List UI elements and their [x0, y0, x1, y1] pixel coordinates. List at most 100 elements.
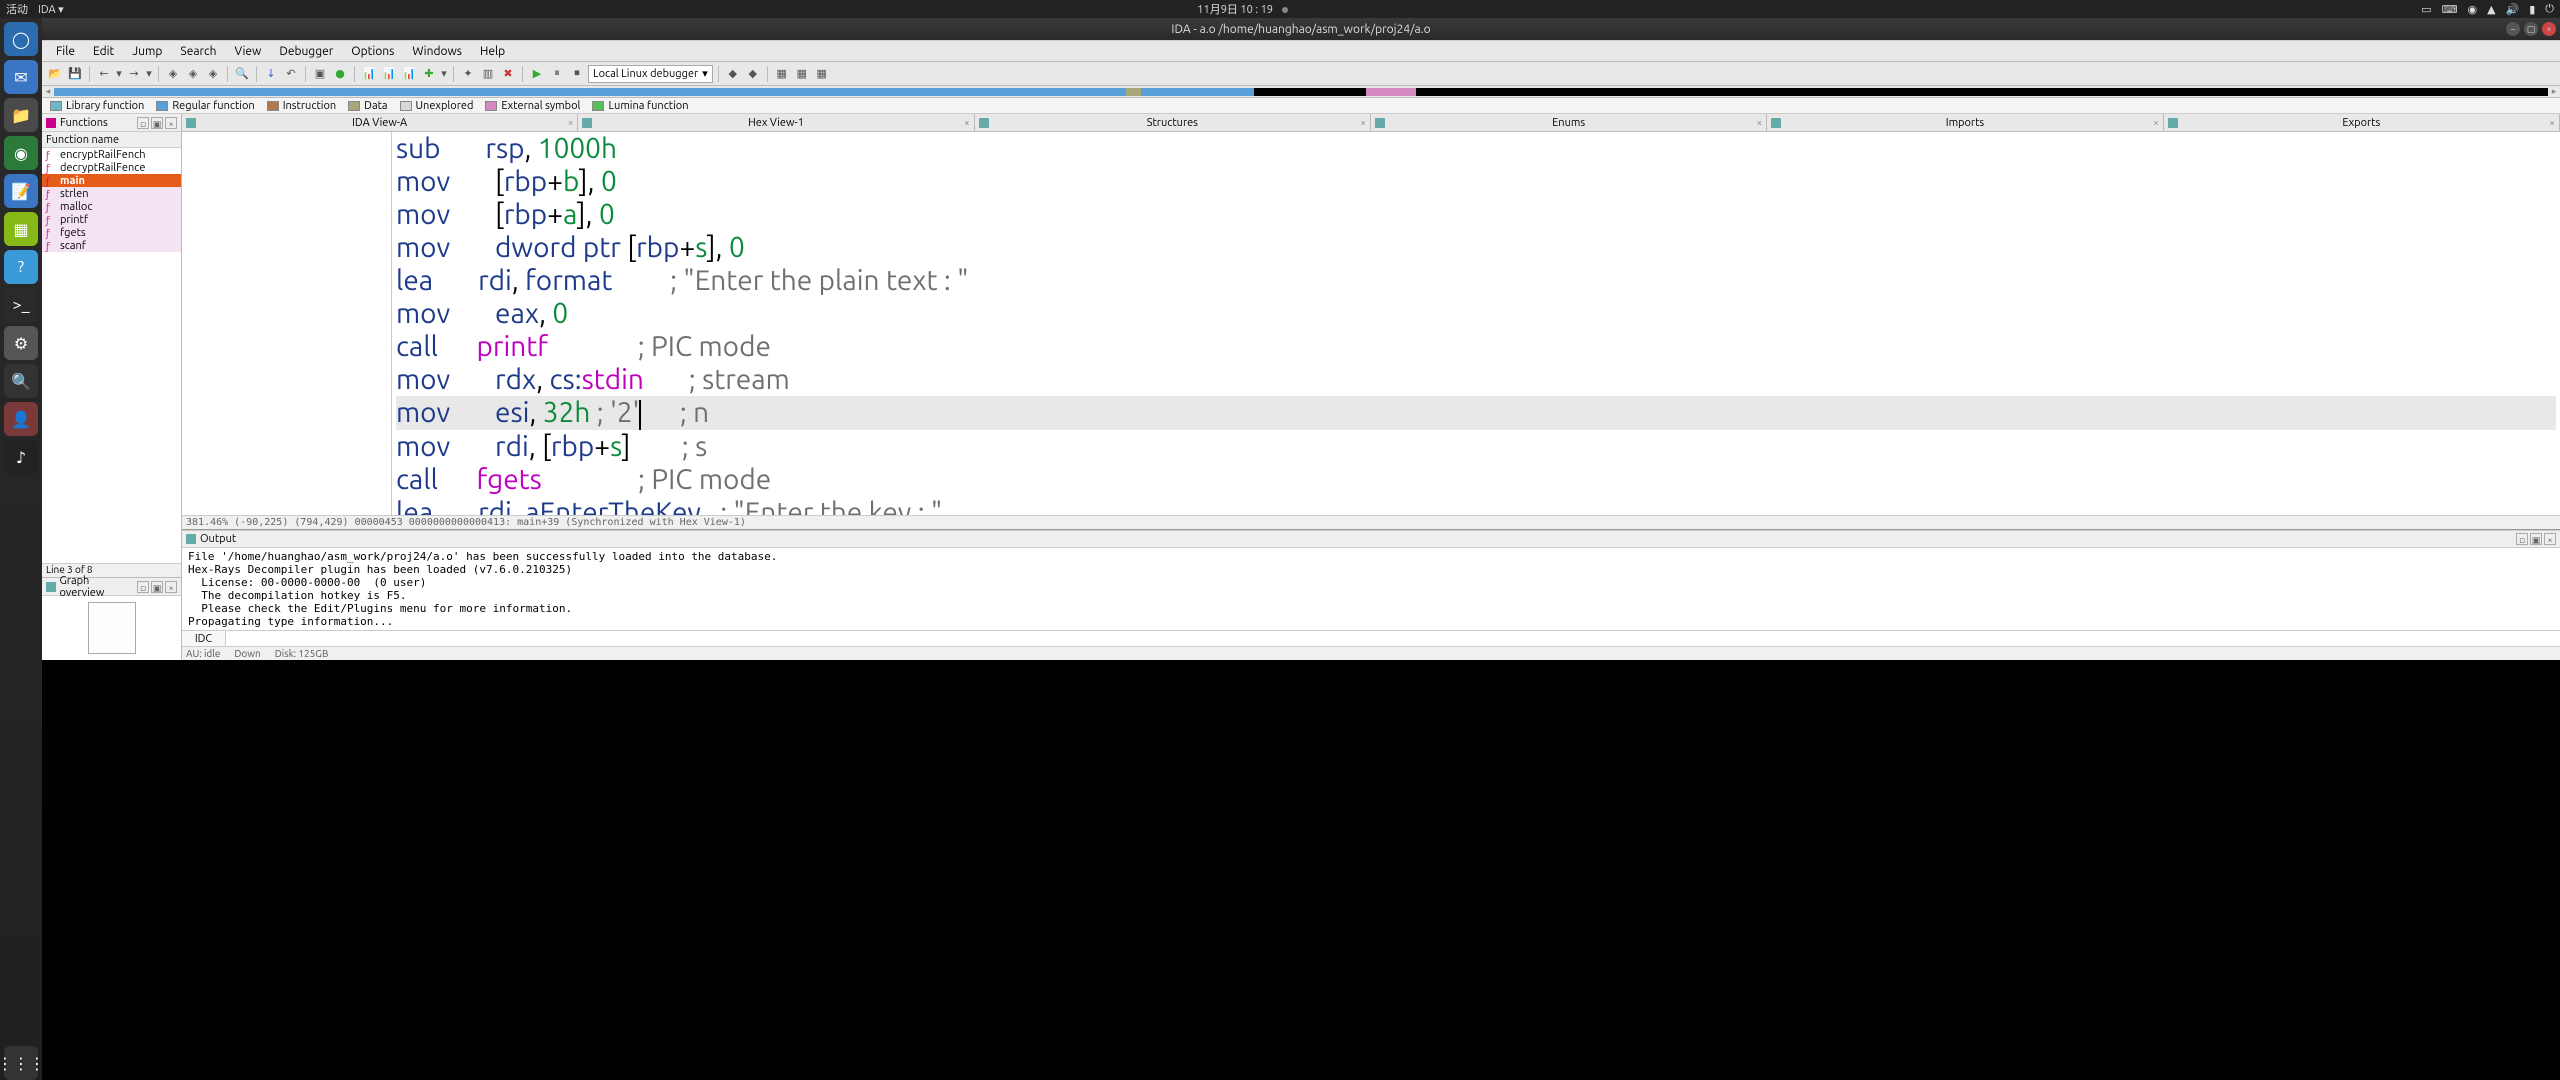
panel-close-button[interactable]: × — [165, 117, 177, 129]
out-close-button[interactable]: × — [2544, 533, 2556, 545]
menu-file[interactable]: File — [48, 43, 83, 60]
asm-line[interactable]: lea rdi, aEnterTheKey ; "Enter the key :… — [396, 496, 2556, 515]
tray-input-icon[interactable]: ⌨ — [2442, 3, 2458, 16]
panel-btn2[interactable]: ▣ — [151, 117, 163, 129]
function-row[interactable]: ƒstrlen — [42, 187, 181, 200]
asm-line[interactable]: mov dword ptr [rbp+s], 0 — [396, 231, 2556, 264]
launcher-calc-icon[interactable]: ▦ — [4, 212, 38, 246]
disassembly-view[interactable]: sub rsp, 1000hmov [rbp+b], 0mov [rbp+a],… — [182, 132, 2560, 515]
tool-y1-icon[interactable]: ▦ — [773, 65, 791, 83]
nav-left-icon[interactable]: ◂ — [42, 86, 54, 97]
tray-volume-icon[interactable]: 🔊 — [2506, 3, 2520, 16]
function-row[interactable]: ƒprintf — [42, 213, 181, 226]
menu-jump[interactable]: Jump — [124, 43, 170, 60]
view-tab[interactable]: Exports× — [2164, 114, 2560, 131]
graph-overview-canvas[interactable] — [42, 596, 181, 660]
view-tab[interactable]: Enums× — [1371, 114, 1767, 131]
function-row[interactable]: ƒscanf — [42, 239, 181, 252]
asm-line[interactable]: lea rdi, format ; "Enter the plain text … — [396, 264, 2556, 297]
asm-line[interactable]: mov esi, 32h ; '2' ; n — [396, 396, 2556, 430]
window-minimize-button[interactable]: – — [2506, 22, 2520, 36]
asm-line[interactable]: mov rdx, cs:stdin ; stream — [396, 363, 2556, 396]
launcher-settings-icon[interactable]: ⚙ — [4, 326, 38, 360]
view-tab-close[interactable]: × — [568, 117, 574, 128]
nav-fwd-menu[interactable]: ▾ — [145, 65, 153, 83]
launcher-thunderbird-icon[interactable]: ✉ — [4, 60, 38, 94]
tool-cancel-icon[interactable]: ✖ — [499, 65, 517, 83]
launcher-help-icon[interactable]: ? — [4, 250, 38, 284]
view-tab-close[interactable]: × — [964, 117, 970, 128]
tool-add-icon[interactable]: ✚ — [420, 65, 438, 83]
tool-chart1-icon[interactable]: 📊 — [360, 65, 378, 83]
view-tab-close[interactable]: × — [1757, 117, 1763, 128]
idc-tab[interactable]: IDC — [182, 631, 226, 646]
menu-edit[interactable]: Edit — [85, 43, 122, 60]
tray-screencast-icon[interactable]: ▭ — [2421, 3, 2431, 16]
run-button[interactable]: ▶ — [528, 65, 546, 83]
launcher-files-icon[interactable]: 📁 — [4, 98, 38, 132]
nav-back-menu[interactable]: ▾ — [115, 65, 123, 83]
tray-network-icon[interactable]: ▲ — [2487, 3, 2495, 16]
app-menu[interactable]: IDA ▾ — [38, 3, 64, 16]
activities-button[interactable]: 活动 — [6, 1, 28, 17]
asm-line[interactable]: mov [rbp+b], 0 — [396, 165, 2556, 198]
output-body[interactable]: File '/home/huanghao/asm_work/proj24/a.o… — [182, 548, 2560, 630]
tool-y3-icon[interactable]: ▦ — [813, 65, 831, 83]
launcher-writer-icon[interactable]: 📝 — [4, 174, 38, 208]
menu-search[interactable]: Search — [172, 43, 224, 60]
tool-hex-icon[interactable]: ▣ — [311, 65, 329, 83]
go-btn2[interactable]: ▣ — [151, 581, 163, 593]
tool-x1-icon[interactable]: ◆ — [724, 65, 742, 83]
tool-bar-icon[interactable]: ▥ — [479, 65, 497, 83]
tool-add-menu[interactable]: ▾ — [440, 65, 448, 83]
tool-x2-icon[interactable]: ◆ — [744, 65, 762, 83]
view-tab[interactable]: Imports× — [1767, 114, 2163, 131]
menu-view[interactable]: View — [226, 43, 269, 60]
function-row[interactable]: ƒmalloc — [42, 200, 181, 213]
tool-a-icon[interactable]: ◈ — [164, 65, 182, 83]
asm-line[interactable]: mov eax, 0 — [396, 297, 2556, 330]
tool-b-icon[interactable]: ◈ — [184, 65, 202, 83]
tool-find-icon[interactable]: 🔍 — [233, 65, 251, 83]
function-row[interactable]: ƒfgets — [42, 226, 181, 239]
disasm-code[interactable]: sub rsp, 1000hmov [rbp+b], 0mov [rbp+a],… — [392, 132, 2560, 515]
function-row[interactable]: ƒdecryptRailFence — [42, 161, 181, 174]
launcher-apps-icon[interactable]: ⋮⋮⋮ — [4, 1046, 38, 1080]
panel-btn1[interactable]: ▫ — [137, 117, 149, 129]
nav-fwd-button[interactable]: → — [125, 65, 143, 83]
window-close-button[interactable]: × — [2542, 22, 2556, 36]
view-tab-close[interactable]: × — [2153, 117, 2159, 128]
function-row[interactable]: ƒencryptRailFench — [42, 148, 181, 161]
tool-down-icon[interactable]: ↓ — [262, 65, 280, 83]
view-tab[interactable]: Hex View-1× — [578, 114, 974, 131]
asm-line[interactable]: mov [rbp+a], 0 — [396, 198, 2556, 231]
pause-button[interactable]: ⏸ — [548, 65, 566, 83]
view-tab-close[interactable]: × — [2549, 117, 2555, 128]
asm-line[interactable]: call fgets ; PIC mode — [396, 463, 2556, 496]
nav-back-button[interactable]: ← — [95, 65, 113, 83]
nav-right-icon[interactable]: ▸ — [2548, 86, 2560, 97]
tool-chart2-icon[interactable]: 📊 — [380, 65, 398, 83]
tray-battery-icon[interactable]: ▮ — [2529, 3, 2535, 16]
tool-y2-icon[interactable]: ▦ — [793, 65, 811, 83]
launcher-avatar-icon[interactable]: 👤 — [4, 402, 38, 436]
stop-button[interactable]: ⏹ — [568, 65, 586, 83]
menu-windows[interactable]: Windows — [404, 43, 470, 60]
go-close-button[interactable]: × — [165, 581, 177, 593]
navigation-band[interactable]: ◂ ▸ — [42, 86, 2560, 98]
out-btn2[interactable]: ▣ — [2530, 533, 2542, 545]
nav-strip[interactable] — [54, 88, 2548, 96]
debugger-select[interactable]: Local Linux debugger▾ — [588, 65, 713, 83]
tool-dot-icon[interactable]: ● — [331, 65, 349, 83]
function-row[interactable]: ƒmain — [42, 174, 181, 187]
menu-debugger[interactable]: Debugger — [271, 43, 341, 60]
open-button[interactable]: 📂 — [46, 65, 64, 83]
tool-undo-icon[interactable]: ↶ — [282, 65, 300, 83]
view-tab[interactable]: IDA View-A× — [182, 114, 578, 131]
asm-line[interactable]: mov rdi, [rbp+s] ; s — [396, 430, 2556, 463]
launcher-rhythmbox-icon[interactable]: ◉ — [4, 136, 38, 170]
tray-accessibility-icon[interactable]: ◉ — [2467, 3, 2477, 16]
window-maximize-button[interactable]: ▢ — [2524, 22, 2538, 36]
go-btn1[interactable]: ▫ — [137, 581, 149, 593]
tray-power-icon[interactable]: ⏻ — [2545, 3, 2554, 16]
